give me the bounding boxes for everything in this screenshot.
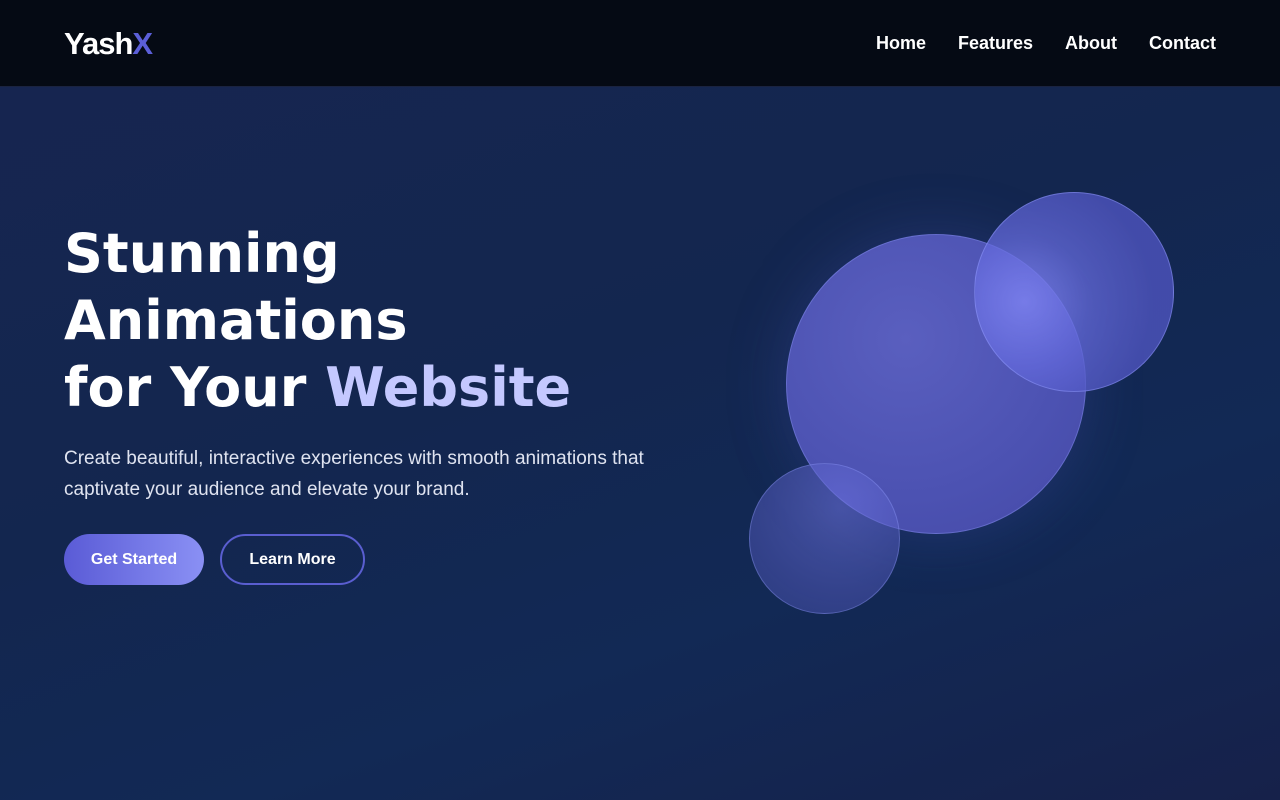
logo-accent: X	[132, 26, 153, 61]
nav-features[interactable]: Features	[958, 32, 1033, 54]
nav-about[interactable]: About	[1065, 32, 1117, 54]
hero-title-highlight: Website	[325, 356, 572, 419]
get-started-button[interactable]: Get Started	[64, 534, 204, 585]
hero-description: Create beautiful, interactive experience…	[64, 448, 644, 500]
logo[interactable]: YashX	[64, 26, 153, 62]
navbar: YashX Home Features About Contact	[0, 0, 1280, 87]
nav-home[interactable]: Home	[876, 32, 926, 54]
hero-title: Stunning Animations for Your Website	[64, 220, 684, 421]
decorative-orb-small	[749, 463, 900, 614]
hero-title-line-1: Stunning	[64, 222, 340, 285]
hero-title-line-3: for Your Website	[64, 354, 684, 421]
hero-title-line-2: Animations	[64, 289, 408, 352]
learn-more-button[interactable]: Learn More	[220, 534, 365, 585]
logo-text: Yash	[64, 26, 133, 61]
decorative-orb-medium	[974, 192, 1174, 392]
nav-links: Home Features About Contact	[844, 32, 1216, 54]
hero-title-line-3-start: for Your	[64, 356, 326, 419]
nav-contact[interactable]: Contact	[1149, 32, 1216, 54]
